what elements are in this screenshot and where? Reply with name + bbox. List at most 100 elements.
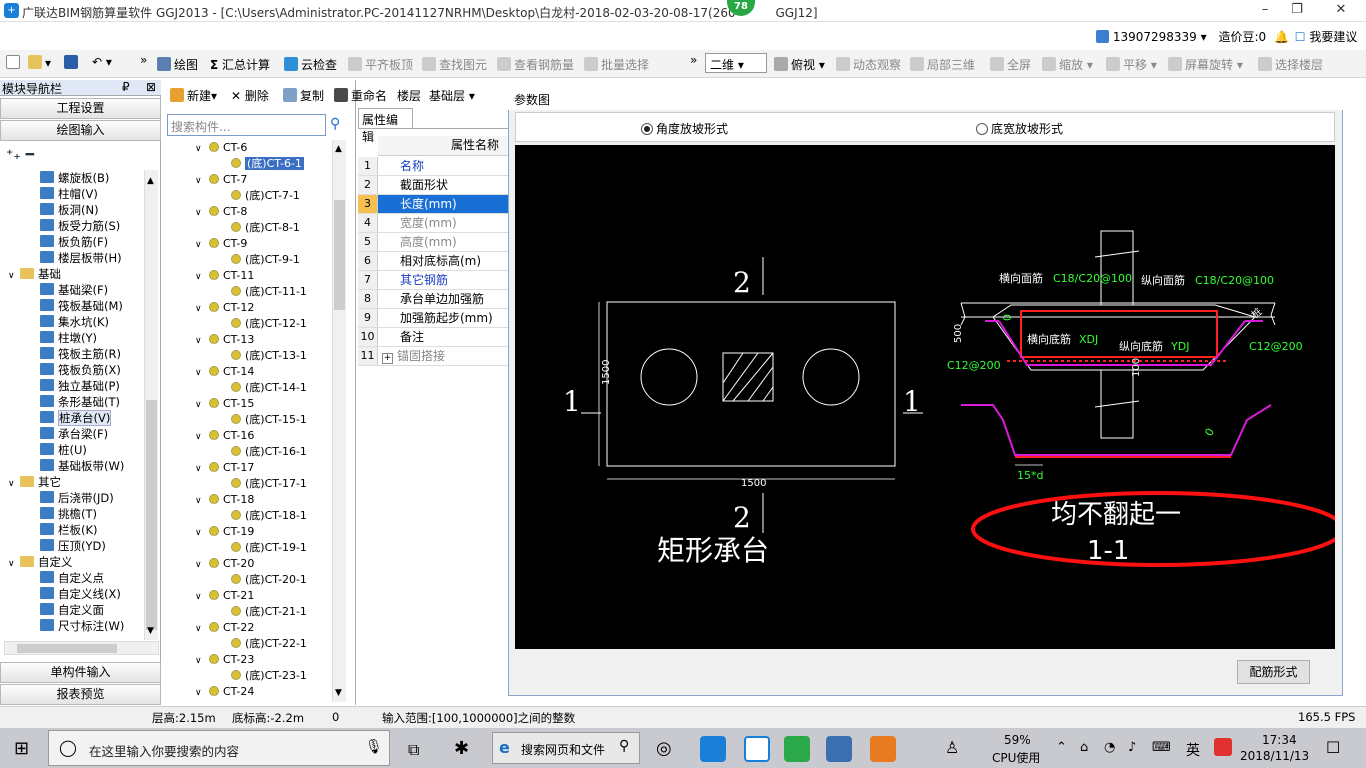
component-tree-item[interactable]: ∨ CT-15 [167, 396, 337, 412]
module-tree-item[interactable]: 条形基础(T) [4, 394, 146, 410]
component-tree-item[interactable]: (底)CT-18-1 [167, 508, 337, 524]
component-tree-item[interactable]: (底)CT-11-1 [167, 284, 337, 300]
component-tree-item[interactable]: ∨ CT-20 [167, 556, 337, 572]
wifi-icon[interactable]: ◔ [1104, 740, 1115, 755]
view-mode-select[interactable]: 二维 ▾ [705, 53, 767, 73]
property-row[interactable]: 7 其它钢筋 [358, 271, 508, 290]
component-tree-item[interactable]: ∨ CT-13 [167, 332, 337, 348]
collapse-arrow-icon[interactable]: ∨ [195, 557, 209, 573]
component-tree-item[interactable]: ∨ CT-17 [167, 460, 337, 476]
project-settings-button[interactable]: 工程设置 [0, 98, 161, 119]
width-slope-radio[interactable]: 底宽放坡形式 [976, 120, 1063, 137]
module-tree-item[interactable]: 后浇带(JD) [4, 490, 146, 506]
module-tree-item[interactable]: ∨ 自定义 [4, 554, 146, 570]
floor-select[interactable]: 基础层 ▾ [429, 87, 475, 104]
component-tree-item[interactable]: (底)CT-8-1 [167, 220, 337, 236]
module-tree-item[interactable]: 桩承台(V) [4, 410, 146, 426]
property-row[interactable]: 5 高度(mm) [358, 233, 508, 252]
component-tree-item[interactable]: ∨ CT-16 [167, 428, 337, 444]
component-tree-item[interactable]: (底)CT-23-1 [167, 668, 337, 684]
collapse-arrow-icon[interactable]: ∨ [195, 685, 209, 701]
module-tree-item[interactable]: 板负筋(F) [4, 234, 146, 250]
collapse-arrow-icon[interactable]: ∨ [195, 653, 209, 669]
component-tree-item[interactable]: ∨ CT-7 [167, 172, 337, 188]
module-tree-item[interactable]: ∨ 基础 [4, 266, 146, 282]
open-file-icon[interactable]: ▾ [28, 55, 51, 70]
rebar-form-button[interactable]: 配筋形式 [1237, 660, 1310, 684]
module-tree-item[interactable]: 基础梁(F) [4, 282, 146, 298]
module-tree-item[interactable]: 螺旋板(B) [4, 170, 146, 186]
module-tree-item[interactable]: 筏板负筋(X) [4, 362, 146, 378]
component-tree-item[interactable]: (底)CT-17-1 [167, 476, 337, 492]
panel-close-icon[interactable]: ⊠ [146, 80, 156, 94]
new-component-button[interactable]: 新建▾ [170, 87, 217, 104]
component-tree-item[interactable]: (底)CT-16-1 [167, 444, 337, 460]
single-input-button[interactable]: 单构件输入 [0, 662, 161, 683]
collapse-arrow-icon[interactable]: ∨ [195, 301, 209, 317]
property-row[interactable]: 10 备注 [358, 328, 508, 347]
clock-date[interactable]: 2018/11/13 [1240, 749, 1309, 763]
module-tree-item[interactable]: ∨ 其它 [4, 474, 146, 490]
component-tree-item[interactable]: (底)CT-19-1 [167, 540, 337, 556]
module-tree-item[interactable]: 筏板主筋(R) [4, 346, 146, 362]
green-app-icon[interactable] [784, 736, 810, 762]
batch-select-button[interactable]: 批量选择 [584, 56, 649, 73]
collapse-arrow-icon[interactable]: ∨ [195, 525, 209, 541]
collapse-arrow-icon[interactable]: ∨ [195, 333, 209, 349]
collapse-arrow-icon[interactable]: ∨ [8, 556, 20, 572]
draw-button[interactable]: 绘图 [157, 56, 198, 73]
module-tree-item[interactable]: 栏板(K) [4, 522, 146, 538]
sogou-ime-icon[interactable] [1214, 738, 1232, 756]
bell-icon[interactable]: 🔔 [1274, 30, 1289, 44]
component-tree-item[interactable]: ∨ CT-19 [167, 524, 337, 540]
local-3d-button[interactable]: 局部三维 [910, 56, 975, 73]
module-tree-item[interactable]: 基础板带(W) [4, 458, 146, 474]
component-tree-item[interactable]: (底)CT-9-1 [167, 252, 337, 268]
ime-indicator[interactable]: 英 [1186, 740, 1200, 760]
component-tree-item[interactable]: ∨ CT-21 [167, 588, 337, 604]
pin-icon[interactable]: ₽ [122, 80, 130, 94]
module-tree-item[interactable]: 自定义点 [4, 570, 146, 586]
component-tree-item[interactable]: (底)CT-7-1 [167, 188, 337, 204]
collapse-arrow-icon[interactable]: ∨ [195, 365, 209, 381]
property-row[interactable]: 9 加强筋起步(mm) [358, 309, 508, 328]
more-icon[interactable]: » [140, 53, 147, 67]
collapse-arrow-icon[interactable]: ∨ [195, 397, 209, 413]
collapse-arrow-icon[interactable]: ∨ [8, 476, 20, 492]
module-tree-item[interactable]: 桩(U) [4, 442, 146, 458]
module-tree-item[interactable]: 挑檐(T) [4, 506, 146, 522]
module-tree-item[interactable]: 集水坑(K) [4, 314, 146, 330]
glodon-g-icon[interactable] [744, 736, 770, 762]
user-icon[interactable] [1096, 30, 1109, 43]
component-tree-item[interactable]: ∨ CT-8 [167, 204, 337, 220]
component-tree-item[interactable]: ∨ CT-14 [167, 364, 337, 380]
module-tree-item[interactable]: 柱帽(V) [4, 186, 146, 202]
collapse-arrow-icon[interactable]: ∨ [195, 269, 209, 285]
windows-start-icon[interactable]: ⊞ [14, 738, 29, 759]
flat-top-button[interactable]: 平齐板顶 [348, 56, 413, 73]
network-icon[interactable]: ⌂ [1080, 740, 1088, 755]
copy-component-button[interactable]: 复制 [283, 87, 324, 104]
save-icon[interactable] [64, 55, 81, 70]
module-tree-item[interactable]: 筏板基础(M) [4, 298, 146, 314]
people-icon[interactable]: ♙ [945, 738, 959, 757]
component-tree-item[interactable]: (底)CT-6-1 [167, 156, 337, 172]
browser-search-box[interactable]: e 搜索网页和文件 ⚲ [492, 732, 640, 764]
dynamic-view-button[interactable]: 动态观察 [836, 56, 901, 73]
chrome-like-icon[interactable]: ◎ [656, 738, 672, 759]
taskbar-search-input[interactable]: ◯ 在这里输入你要搜索的内容 🎙 [48, 730, 390, 766]
delete-component-button[interactable]: ✕ 删除 [231, 87, 269, 104]
collapse-arrow-icon[interactable]: ∨ [195, 205, 209, 221]
angle-slope-radio[interactable]: 角度放坡形式 [641, 120, 728, 137]
rename-button[interactable]: 重命名 [334, 87, 387, 104]
expand-icon[interactable]: + [382, 353, 393, 364]
module-tree-item[interactable]: 独立基础(P) [4, 378, 146, 394]
property-row[interactable]: 11 + 锚固搭接 [358, 347, 508, 366]
pdf-app-icon[interactable] [870, 736, 896, 762]
component-tree-item[interactable]: ∨ CT-24 [167, 684, 337, 700]
sum-button[interactable]: Σ 汇总计算 [210, 56, 270, 73]
blue-app-icon[interactable] [826, 736, 852, 762]
component-tree-item[interactable]: ∨ CT-9 [167, 236, 337, 252]
module-tree-item[interactable]: 板洞(N) [4, 202, 146, 218]
account-phone[interactable]: 13907298339 [1113, 30, 1197, 44]
